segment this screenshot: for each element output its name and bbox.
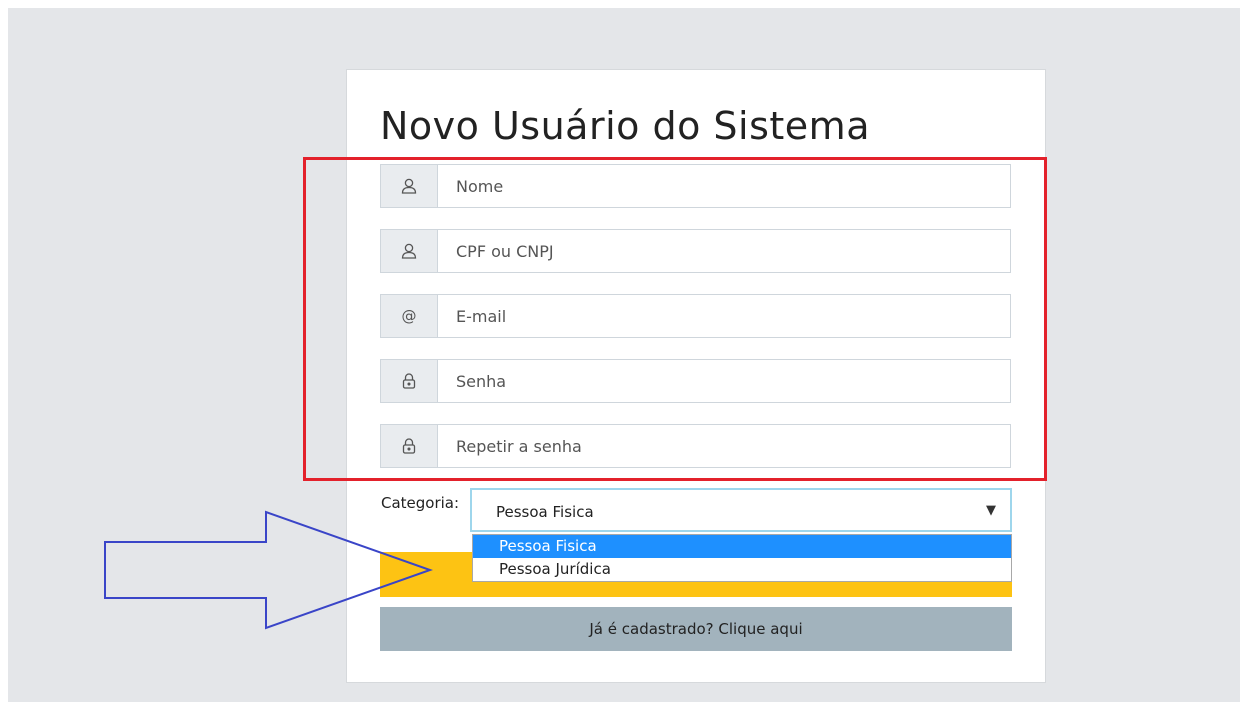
- dropdown-option-pessoa-juridica[interactable]: Pessoa Jurídica: [473, 558, 1011, 581]
- page-title: Novo Usuário do Sistema: [380, 104, 870, 148]
- lock-icon: [381, 425, 438, 467]
- user-icon: [381, 165, 438, 207]
- at-symbol: @: [401, 307, 417, 325]
- cpf-cnpj-input[interactable]: [438, 230, 1010, 272]
- confirm-password-field: [380, 424, 1011, 468]
- dropdown-option-pessoa-fisica[interactable]: Pessoa Fisica: [473, 535, 1011, 558]
- already-registered-button[interactable]: Já é cadastrado? Clique aqui: [380, 607, 1012, 651]
- password-field: [380, 359, 1011, 403]
- confirm-password-input[interactable]: [438, 425, 1010, 467]
- name-input[interactable]: [438, 165, 1010, 207]
- at-icon: @: [381, 295, 438, 337]
- user-icon: [381, 230, 438, 272]
- name-field: [380, 164, 1011, 208]
- password-input[interactable]: [438, 360, 1010, 402]
- chevron-down-icon: ▼: [986, 502, 996, 518]
- email-input[interactable]: [438, 295, 1010, 337]
- annotation-arrow-icon: [104, 510, 433, 630]
- category-dropdown-list: Pessoa Fisica Pessoa Jurídica: [472, 534, 1012, 582]
- email-field: @: [380, 294, 1011, 338]
- lock-icon: [381, 360, 438, 402]
- category-selected-value: Pessoa Fisica: [496, 503, 594, 521]
- cpf-cnpj-field: [380, 229, 1011, 273]
- category-select[interactable]: Pessoa Fisica ▼: [470, 488, 1012, 532]
